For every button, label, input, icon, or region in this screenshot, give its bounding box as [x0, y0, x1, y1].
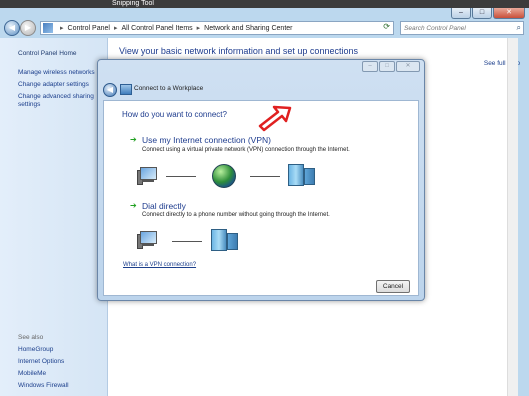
left-navigation-pane: Control Panel Home Manage wireless netwo… [0, 38, 108, 396]
search-box[interactable]: ⌕ [400, 21, 524, 35]
cancel-button[interactable]: Cancel [376, 280, 410, 293]
workplace-network-icon [120, 84, 132, 95]
snipping-tool-titlebar: Snipping Tool [0, 0, 529, 8]
globe-icon [212, 164, 236, 188]
vpn-option-description[interactable]: Connect using a virtual private network … [142, 147, 350, 153]
control-panel-icon [43, 23, 53, 33]
dialog-maximize-button[interactable]: □ [379, 61, 395, 72]
page-title: View your basic network information and … [119, 46, 358, 56]
connection-line [166, 176, 196, 177]
dialog-title: Connect to a Workplace [134, 85, 204, 92]
computer-icon [137, 231, 157, 249]
change-adapter-link[interactable]: Change adapter settings [18, 81, 89, 89]
mobileme-link[interactable]: MobileMe [18, 370, 46, 378]
dial-option-description[interactable]: Connect directly to a phone number witho… [142, 212, 330, 218]
red-arrow-annotation [258, 105, 292, 132]
breadcrumb-all-items[interactable]: All Control Panel Items [121, 25, 192, 32]
dial-option-title[interactable]: Dial directly [142, 201, 186, 211]
connection-line [172, 241, 202, 242]
manage-wireless-link[interactable]: Manage wireless networks [18, 69, 95, 77]
internet-options-link[interactable]: Internet Options [18, 358, 64, 366]
see-also-label: See also [18, 334, 44, 341]
breadcrumb-network-sharing[interactable]: Network and Sharing Center [204, 25, 292, 32]
scrollbar[interactable] [507, 38, 518, 396]
dialog-heading: How do you want to connect? [122, 110, 227, 119]
breadcrumb-control-panel[interactable]: Control Panel [68, 25, 110, 32]
back-button[interactable]: ◀ [4, 20, 20, 36]
navigation-bar: ◀ ▶ ▸ Control Panel ▸ All Control Panel … [0, 16, 529, 38]
address-bar[interactable]: ▸ Control Panel ▸ All Control Panel Item… [40, 21, 394, 35]
back-arrow-icon[interactable]: ◀ [103, 83, 117, 97]
computer-icon [137, 167, 157, 185]
windows-firewall-link[interactable]: Windows Firewall [18, 382, 69, 390]
control-panel-home-link[interactable]: Control Panel Home [18, 50, 77, 58]
connection-line [250, 176, 280, 177]
green-arrow-icon: ➔ [130, 135, 137, 144]
dialog-window-controls: – □ ✕ [362, 61, 420, 72]
search-input[interactable] [401, 22, 510, 34]
snipping-tool-title: Snipping Tool [112, 0, 154, 7]
vpn-help-link[interactable]: What is a VPN connection? [123, 262, 196, 268]
homegroup-link[interactable]: HomeGroup [18, 346, 53, 354]
server-icon [288, 164, 315, 186]
vpn-option-title[interactable]: Use my Internet connection (VPN) [142, 135, 271, 145]
dialog-close-button[interactable]: ✕ [396, 61, 420, 72]
search-icon[interactable]: ⌕ [517, 23, 521, 33]
connect-to-workplace-dialog: – □ ✕ ◀ Connect to a Workplace How do yo… [97, 59, 425, 301]
green-arrow-icon: ➔ [130, 201, 137, 210]
server-icon [211, 229, 238, 251]
change-sharing-link[interactable]: Change advanced sharing settings [18, 93, 98, 109]
dialog-minimize-button[interactable]: – [362, 61, 378, 72]
refresh-icon[interactable]: ⟳ [383, 22, 390, 31]
forward-button[interactable]: ▶ [20, 20, 36, 36]
